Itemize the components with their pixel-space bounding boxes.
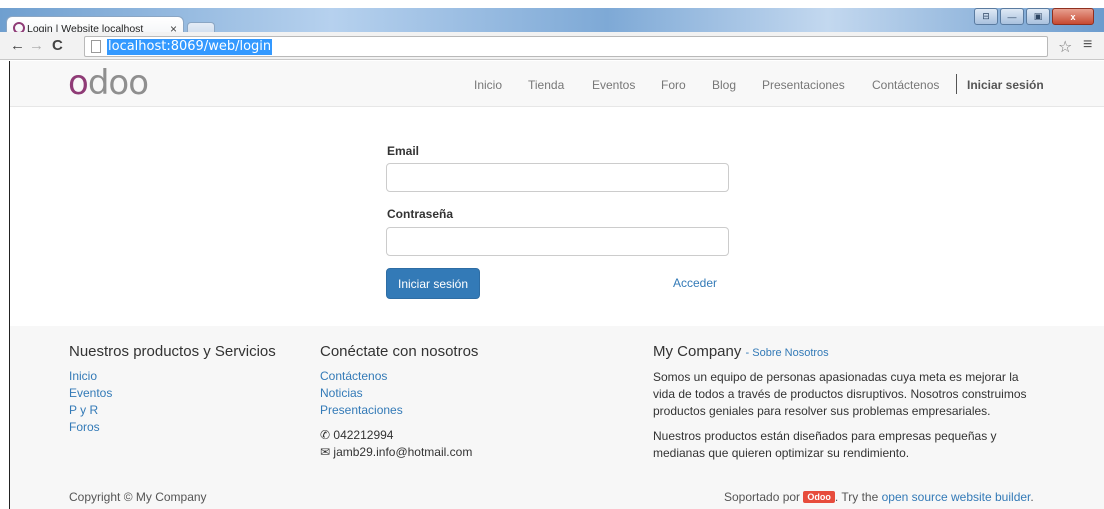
- window-maximize-button[interactable]: ▣: [1026, 8, 1050, 25]
- address-bar[interactable]: localhost:8069/web/login: [84, 36, 1048, 57]
- footer-email-address[interactable]: jamb29.info@hotmail.com: [333, 445, 472, 459]
- footer-products-title: Nuestros productos y Servicios: [69, 343, 276, 360]
- window-controls: ⊟ — ▣ x: [974, 8, 1094, 25]
- menu-item-presentaciones[interactable]: Presentaciones: [762, 78, 845, 92]
- acceder-link[interactable]: Acceder: [673, 276, 717, 290]
- menu-item-foro[interactable]: Foro: [661, 78, 686, 92]
- menu-item-contactenos[interactable]: Contáctenos: [872, 78, 939, 92]
- window-close-button[interactable]: x: [1052, 8, 1094, 25]
- footer-link-contactenos[interactable]: Contáctenos: [320, 369, 387, 383]
- footer-link-presentaciones[interactable]: Presentaciones: [320, 403, 403, 417]
- footer-link-eventos[interactable]: Eventos: [69, 386, 112, 400]
- password-field[interactable]: [386, 227, 729, 256]
- footer-link-inicio[interactable]: Inicio: [69, 369, 97, 383]
- footer-link-pyr[interactable]: P y R: [69, 403, 98, 417]
- site-header: odoo Inicio Tienda Eventos Foro Blog Pre…: [10, 61, 1104, 107]
- password-label: Contraseña: [387, 207, 454, 221]
- window-left-edge: [0, 61, 10, 509]
- forward-arrow-icon[interactable]: →: [29, 37, 44, 54]
- footer-company-products: Nuestros productos están diseñados para …: [653, 429, 997, 460]
- page-content: odoo Inicio Tienda Eventos Foro Blog Pre…: [10, 61, 1104, 509]
- footer-phone-number: 042212994: [333, 428, 394, 442]
- menu-item-eventos[interactable]: Eventos: [592, 78, 635, 92]
- powered-by: Soportado por Odoo. Try the open source …: [724, 490, 1034, 504]
- footer-about-link[interactable]: - Sobre Nosotros: [746, 347, 829, 359]
- site-footer: Nuestros productos y Servicios Inicio Ev…: [10, 326, 1104, 509]
- menu-item-iniciar-sesion[interactable]: Iniciar sesión: [967, 78, 1044, 92]
- odoo-badge[interactable]: Odoo: [803, 491, 835, 503]
- menu-item-blog[interactable]: Blog: [712, 78, 736, 92]
- copyright-text: Copyright © My Company: [69, 490, 207, 504]
- menu-divider: [956, 74, 957, 94]
- page-icon: [91, 40, 101, 53]
- address-url[interactable]: localhost:8069/web/login: [107, 38, 273, 55]
- window-titlebar: Login | Website localhost × ⊟ — ▣ x: [0, 0, 1104, 40]
- phone-icon: ✆: [320, 428, 331, 442]
- website-builder-link[interactable]: open source website builder: [882, 490, 1031, 504]
- footer-email: ✉ jamb29.info@hotmail.com: [320, 445, 472, 459]
- email-label: Email: [387, 144, 420, 158]
- reload-icon[interactable]: C: [52, 37, 63, 54]
- email-field[interactable]: [386, 163, 729, 192]
- browser-toolbar: ← → C localhost:8069/web/login ☆ ≡: [0, 32, 1104, 60]
- footer-link-noticias[interactable]: Noticias: [320, 386, 363, 400]
- bookmark-star-icon[interactable]: ☆: [1058, 37, 1072, 57]
- menu-item-tienda[interactable]: Tienda: [528, 78, 564, 92]
- footer-connect-title: Conéctate con nosotros: [320, 343, 479, 360]
- footer-company-description: Somos un equipo de personas apasionadas …: [653, 370, 1027, 418]
- footer-link-foros[interactable]: Foros: [69, 420, 100, 434]
- menu-item-inicio[interactable]: Inicio: [474, 78, 502, 92]
- footer-company-title: My Company - Sobre Nosotros: [653, 343, 829, 360]
- footer-phone: ✆ 042212994: [320, 428, 393, 442]
- login-submit-button[interactable]: Iniciar sesión: [386, 268, 480, 299]
- envelope-icon: ✉: [320, 445, 331, 459]
- back-arrow-icon[interactable]: ←: [10, 37, 25, 54]
- window-minimize-button[interactable]: —: [1000, 8, 1024, 25]
- browser-menu-icon[interactable]: ≡: [1083, 36, 1092, 54]
- window-extra-button[interactable]: ⊟: [974, 8, 998, 25]
- main-menu: Inicio Tienda Eventos Foro Blog Presenta…: [10, 78, 1104, 94]
